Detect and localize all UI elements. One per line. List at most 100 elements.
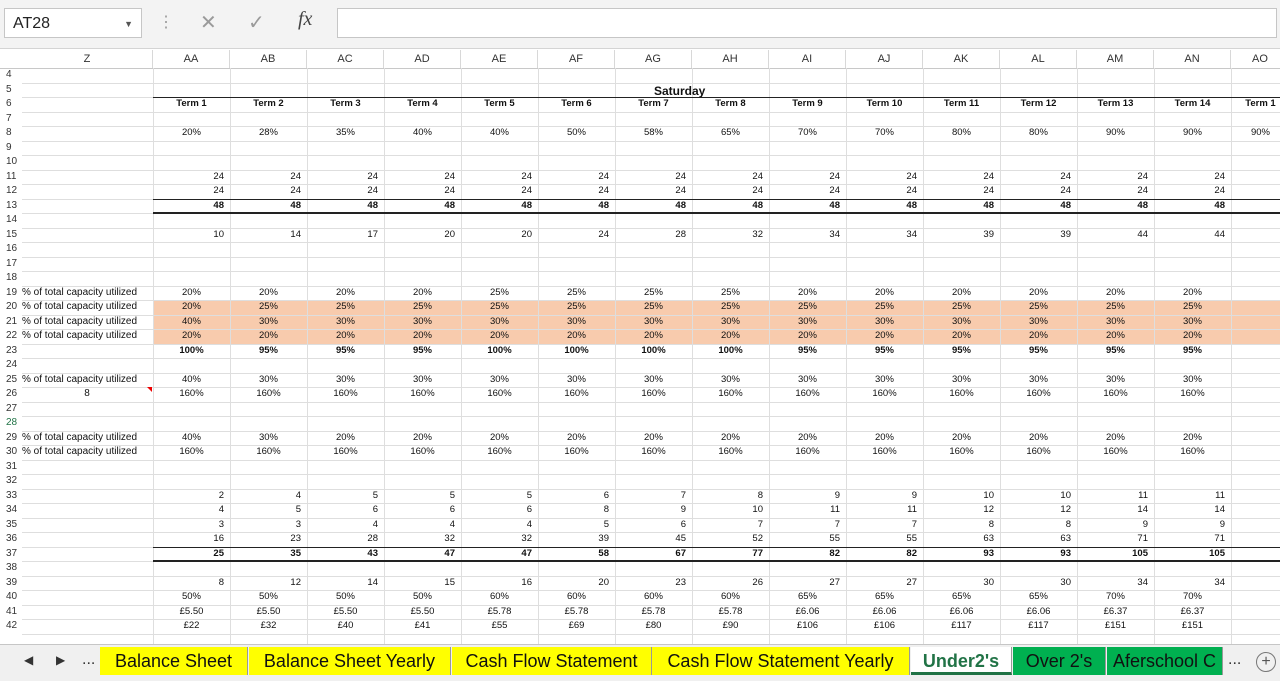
row-header[interactable]: 23 <box>0 344 20 359</box>
table-cell[interactable]: 24 <box>1154 184 1231 199</box>
table-cell[interactable]: 30 <box>1000 576 1077 591</box>
table-cell[interactable]: 25% <box>692 286 769 301</box>
table-cell[interactable]: 7 <box>769 518 846 533</box>
table-cell[interactable]: 30% <box>769 315 846 330</box>
more-sheets-right[interactable]: ... <box>1228 651 1241 669</box>
table-cell[interactable]: 12 <box>1000 503 1077 518</box>
table-cell[interactable]: 39 <box>1000 228 1077 243</box>
table-cell[interactable]: 7 <box>846 518 923 533</box>
table-cell[interactable]: 30% <box>923 373 1000 388</box>
table-cell[interactable]: 14 <box>307 576 384 591</box>
table-cell[interactable]: 48 <box>1154 199 1231 214</box>
table-cell[interactable]: 24 <box>384 170 461 185</box>
table-cell[interactable]: 71 <box>1154 532 1231 547</box>
table-cell[interactable]: 160% <box>692 387 769 402</box>
table-cell[interactable]: 11 <box>1077 489 1154 504</box>
next-sheet-icon[interactable]: ▶ <box>56 653 65 667</box>
column-header[interactable]: AG <box>615 50 692 68</box>
table-cell[interactable]: 24 <box>1077 170 1154 185</box>
table-cell[interactable]: £117 <box>923 619 1000 634</box>
table-cell[interactable]: 30% <box>384 373 461 388</box>
column-header[interactable]: AH <box>692 50 769 68</box>
table-cell[interactable]: 95% <box>384 344 461 359</box>
row-header[interactable]: 35 <box>0 518 20 533</box>
row-header[interactable]: 30 <box>0 445 20 460</box>
table-cell[interactable]: 24 <box>692 170 769 185</box>
table-cell[interactable]: 20% <box>923 286 1000 301</box>
table-cell[interactable]: 20% <box>769 329 846 344</box>
term-header[interactable]: Term 12 <box>1000 97 1077 112</box>
table-cell[interactable]: 65% <box>769 590 846 605</box>
row-label[interactable]: 8 <box>22 387 152 402</box>
table-cell[interactable]: 6 <box>615 518 692 533</box>
table-cell[interactable]: 24 <box>384 184 461 199</box>
table-cell[interactable]: 30% <box>692 315 769 330</box>
term-header[interactable]: Term 3 <box>307 97 384 112</box>
table-cell[interactable]: 20 <box>461 228 538 243</box>
term-header[interactable]: Term 10 <box>846 97 923 112</box>
row-header[interactable]: 7 <box>0 112 20 127</box>
table-cell[interactable]: 63 <box>1000 532 1077 547</box>
table-cell[interactable]: 160% <box>384 445 461 460</box>
row-header[interactable]: 10 <box>0 155 20 170</box>
table-cell[interactable]: £151 <box>1077 619 1154 634</box>
row-header[interactable]: 27 <box>0 402 20 417</box>
column-header[interactable]: Z <box>22 50 153 68</box>
table-cell[interactable]: 9 <box>769 489 846 504</box>
row-header[interactable]: 15 <box>0 228 20 243</box>
row-header[interactable]: 34 <box>0 503 20 518</box>
table-cell[interactable]: 15 <box>384 576 461 591</box>
row-header[interactable]: 33 <box>0 489 20 504</box>
table-cell[interactable]: 160% <box>692 445 769 460</box>
table-cell[interactable]: 20 <box>384 228 461 243</box>
row-header[interactable]: 19 <box>0 286 20 301</box>
table-cell[interactable]: 40% <box>384 126 461 141</box>
table-cell[interactable]: 48 <box>615 199 692 214</box>
table-cell[interactable]: 35% <box>307 126 384 141</box>
table-cell[interactable]: 34 <box>769 228 846 243</box>
table-cell[interactable]: 20% <box>615 329 692 344</box>
row-header[interactable]: 32 <box>0 474 20 489</box>
table-cell[interactable]: 24 <box>230 184 307 199</box>
table-cell[interactable]: 32 <box>461 532 538 547</box>
sheet-tab[interactable]: Aferschool C <box>1107 647 1223 675</box>
table-cell[interactable]: 95% <box>1154 344 1231 359</box>
table-cell[interactable]: 48 <box>923 199 1000 214</box>
table-cell[interactable]: 40% <box>461 126 538 141</box>
table-cell[interactable]: 25% <box>384 300 461 315</box>
table-cell[interactable]: 20% <box>615 431 692 446</box>
table-cell[interactable]: 10 <box>692 503 769 518</box>
table-cell[interactable]: 100% <box>692 344 769 359</box>
table-cell[interactable]: 16 <box>153 532 230 547</box>
row-header[interactable]: 17 <box>0 257 20 272</box>
row-header[interactable]: 41 <box>0 605 20 620</box>
table-cell[interactable]: 10 <box>153 228 230 243</box>
table-cell[interactable]: 11 <box>846 503 923 518</box>
table-cell[interactable]: 25% <box>615 300 692 315</box>
table-cell[interactable]: 20% <box>153 329 230 344</box>
table-cell[interactable]: 30% <box>230 431 307 446</box>
table-cell[interactable]: 90% <box>1231 126 1280 141</box>
table-cell[interactable]: 25% <box>846 300 923 315</box>
table-cell[interactable]: 160% <box>923 445 1000 460</box>
row-label[interactable]: % of total capacity utilized <box>22 315 137 330</box>
column-header[interactable]: AD <box>384 50 461 68</box>
table-cell[interactable]: 6 <box>461 503 538 518</box>
table-cell[interactable]: £5.78 <box>615 605 692 620</box>
table-cell[interactable]: 30% <box>692 373 769 388</box>
row-header[interactable]: 25 <box>0 373 20 388</box>
table-cell[interactable]: 20% <box>1154 431 1231 446</box>
table-cell[interactable]: 20% <box>461 431 538 446</box>
cancel-icon[interactable]: ✕ <box>200 10 217 35</box>
term-header[interactable]: Term 6 <box>538 97 615 112</box>
row-header[interactable]: 11 <box>0 170 20 185</box>
sheet-tab[interactable]: Over 2's <box>1013 647 1106 675</box>
sheet-tab[interactable]: Balance Sheet Yearly <box>249 647 451 675</box>
table-cell[interactable]: 20% <box>307 431 384 446</box>
prev-sheet-icon[interactable]: ◀ <box>24 653 33 667</box>
table-cell[interactable]: 160% <box>1000 445 1077 460</box>
term-header[interactable]: Term 5 <box>461 97 538 112</box>
table-cell[interactable]: 8 <box>692 489 769 504</box>
column-header[interactable]: AN <box>1154 50 1231 68</box>
table-cell[interactable]: 70% <box>1154 590 1231 605</box>
